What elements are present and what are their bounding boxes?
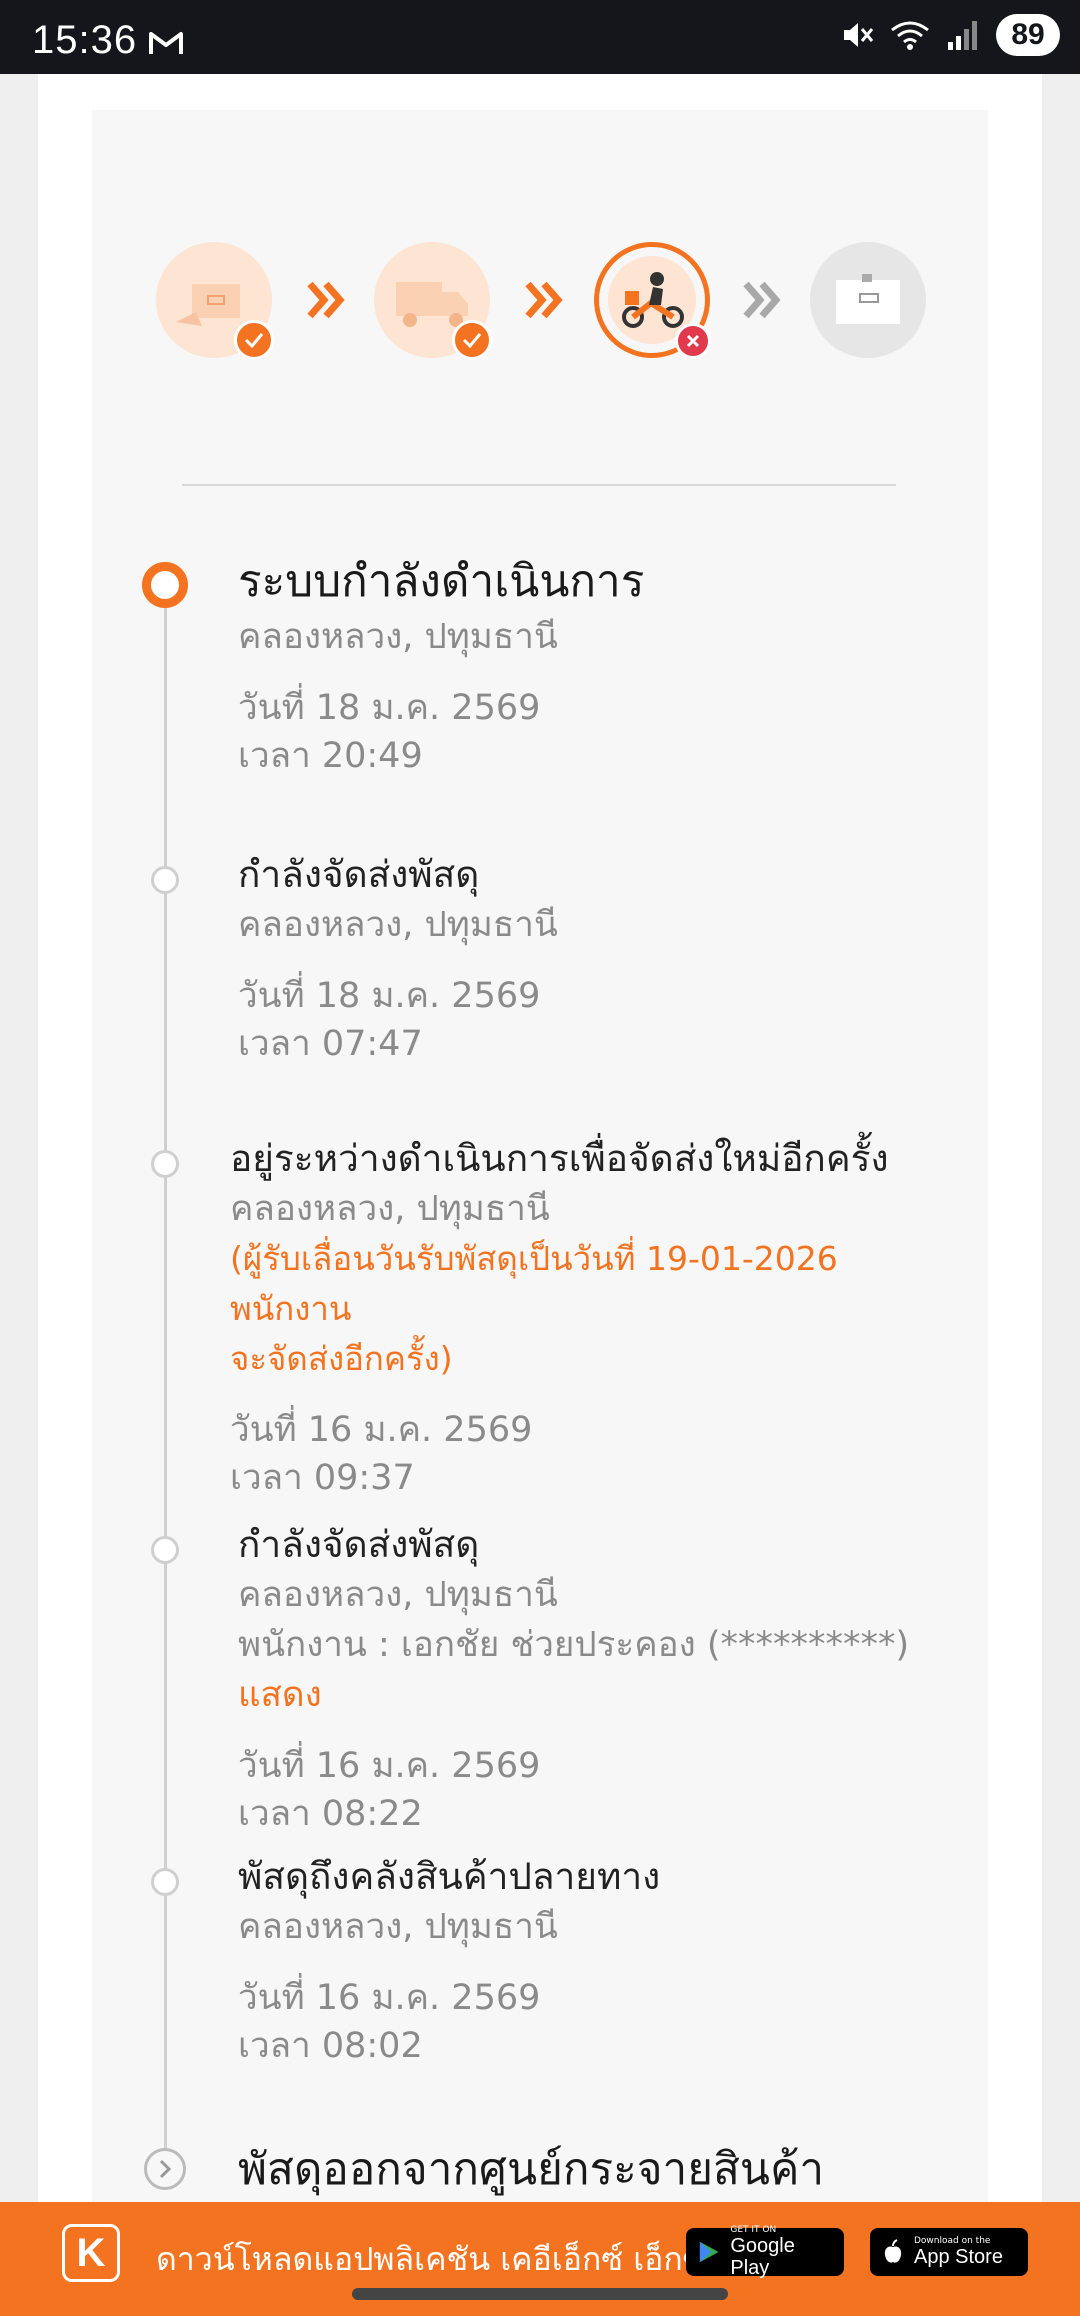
delivered-box-icon	[836, 274, 900, 324]
app-store-label: App Store	[914, 2246, 1003, 2268]
app-store-button[interactable]: Download on the App Store	[870, 2228, 1028, 2276]
gmail-icon	[148, 30, 184, 60]
entry-time: เวลา 07:47	[238, 1024, 423, 1064]
home-indicator	[352, 2288, 728, 2300]
timeline-entry: ระบบกำลังดำเนินการ คลองหลวง, ปทุมธานี วั…	[238, 552, 938, 780]
kex-logo-icon: K	[62, 2224, 120, 2282]
chevron-double-icon	[525, 281, 563, 319]
entry-title: พัสดุออกจากศูนย์กระจายสินค้า	[238, 2144, 825, 2195]
timeline-dot	[151, 1536, 179, 1564]
entry-date: วันที่ 16 ม.ค. 2569	[238, 1978, 541, 2018]
entry-location: คลองหลวง, ปทุมธานี	[238, 1907, 558, 1947]
google-play-label: Google Play	[730, 2235, 795, 2279]
timeline-entry: พัสดุถึงคลังสินค้าปลายทาง คลองหลวง, ปทุม…	[238, 1852, 938, 2070]
timeline-entry: กำลังจัดส่งพัสดุ คลองหลวง, ปทุมธานี วันท…	[238, 850, 938, 1068]
wifi-icon	[891, 21, 929, 50]
step-delivered	[810, 242, 926, 358]
chevron-right-icon	[159, 2159, 172, 2179]
divider	[182, 484, 896, 486]
timeline-entry: กำลังจัดส่งพัสดุ คลองหลวง, ปทุมธานี พนัก…	[238, 1520, 938, 1838]
chevron-double-icon	[307, 281, 345, 319]
entry-location: คลองหลวง, ปทุมธานี	[230, 1189, 550, 1229]
entry-title: กำลังจัดส่งพัสดุ	[238, 853, 480, 896]
apple-icon	[884, 2239, 902, 2263]
entry-date: วันที่ 18 ม.ค. 2569	[238, 976, 541, 1016]
mute-icon	[844, 23, 874, 47]
entry-note: จะจัดส่งอีกครั้ง)	[230, 1339, 453, 1378]
status-bar: 15:36 89	[0, 0, 1080, 74]
timeline-dot-active	[142, 562, 188, 608]
timeline-dot	[151, 866, 179, 894]
entry-location: คลองหลวง, ปทุมธานี	[238, 1575, 558, 1615]
step-in-transit	[374, 242, 492, 360]
signal-icon	[948, 21, 977, 50]
entry-location: คลองหลวง, ปทุมธานี	[238, 905, 558, 945]
step-delivering	[594, 242, 711, 359]
google-play-small: GET IT ON	[730, 2225, 777, 2235]
timeline-expand-button[interactable]	[144, 2148, 186, 2190]
entry-date: วันที่ 16 ม.ค. 2569	[230, 1410, 533, 1450]
failed-cross-icon	[675, 323, 711, 359]
done-check-icon	[452, 320, 492, 360]
entry-date: วันที่ 16 ม.ค. 2569	[238, 1746, 541, 1786]
entry-title: กำลังจัดส่งพัสดุ	[238, 1523, 480, 1566]
entry-location: คลองหลวง, ปทุมธานี	[238, 617, 558, 657]
entry-time: เวลา 09:37	[230, 1458, 415, 1498]
google-play-button[interactable]: GET IT ON Google Play	[686, 2225, 844, 2279]
step-parcel-received	[156, 242, 274, 360]
entry-time: เวลา 20:49	[238, 736, 423, 776]
entry-time: เวลา 08:22	[238, 1794, 423, 1834]
app-store-small: Download on the	[914, 2236, 991, 2246]
courier-name: พนักงาน : เอกชัย ช่วยประคอง (**********)	[238, 1625, 910, 1665]
progress-steps	[156, 242, 926, 360]
banner-text: ดาวน์โหลดแอปพลิเคชัน เคอีเอ็กซ์ เอ็กซ์เพ…	[156, 2240, 774, 2278]
entry-title: ระบบกำลังดำเนินการ	[238, 556, 645, 607]
battery-indicator: 89	[996, 14, 1060, 56]
timeline-dot	[151, 1150, 179, 1178]
google-play-icon	[699, 2241, 719, 2263]
done-check-icon	[234, 320, 274, 360]
timeline-dot	[151, 1868, 179, 1896]
entry-time: เวลา 08:02	[238, 2026, 423, 2066]
entry-courier: พนักงาน : เอกชัย ช่วยประคอง (**********)…	[238, 1620, 938, 1720]
chevron-double-icon	[743, 281, 781, 319]
timeline-entry: อยู่ระหว่างดำเนินการเพื่อจัดส่งใหม่อีกคร…	[230, 1134, 930, 1502]
timeline-line	[164, 590, 167, 2170]
entry-title: อยู่ระหว่างดำเนินการเพื่อจัดส่งใหม่อีกคร…	[230, 1137, 889, 1180]
timeline-entry: พัสดุออกจากศูนย์กระจายสินค้า	[238, 2140, 938, 2200]
entry-date: วันที่ 18 ม.ค. 2569	[238, 688, 541, 728]
entry-note: (ผู้รับเลื่อนวันรับพัสดุเป็นวันที่ 19-01…	[230, 1239, 838, 1328]
status-icons: 89	[840, 14, 1060, 56]
show-phone-link[interactable]: แสดง	[238, 1675, 322, 1715]
status-time: 15:36	[32, 18, 138, 62]
entry-title: พัสดุถึงคลังสินค้าปลายทาง	[238, 1855, 661, 1898]
